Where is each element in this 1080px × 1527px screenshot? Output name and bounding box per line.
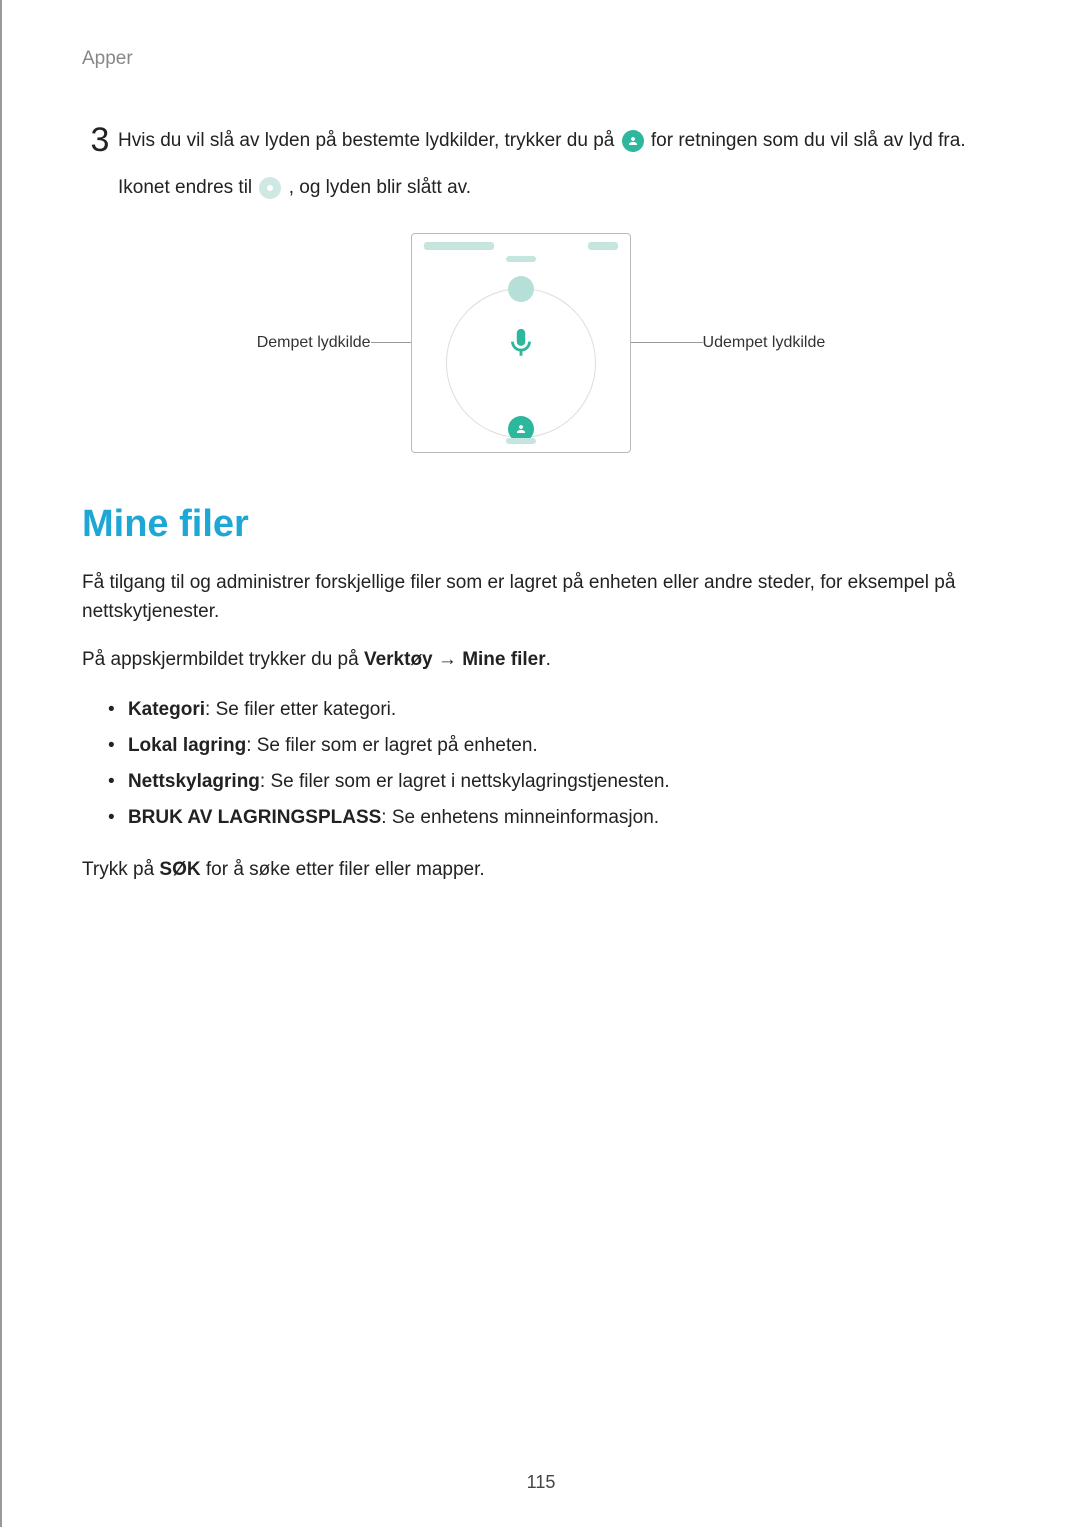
muted-source-dot <box>508 276 534 302</box>
path-arrow: → <box>433 649 463 670</box>
path-tool: Verktøy <box>364 649 433 670</box>
list-item: Kategori: Se filer etter kategori. <box>108 692 1000 728</box>
step-number: 3 <box>82 122 118 159</box>
screenshot-sub-blur <box>506 256 536 262</box>
section-header: Apper <box>82 48 1000 70</box>
microphone-icon <box>504 326 538 360</box>
figure-row: Dempet lydkilde Udempet lydkilde <box>82 233 1000 453</box>
figure-right-label: Udempet lydkilde <box>703 334 826 352</box>
screenshot-more-blur <box>588 242 618 250</box>
bullet-list: Kategori: Se filer etter kategori. Lokal… <box>108 692 1000 836</box>
search-post: for å søke etter filer eller mapper. <box>201 859 485 880</box>
mine-filer-title: Mine filer <box>82 503 1000 546</box>
screenshot-bottom-blur <box>506 438 536 444</box>
step-line1-pre: Hvis du vil slå av lyden på bestemte lyd… <box>118 130 620 151</box>
bullet-term: Nettskylagring <box>128 771 260 792</box>
bullet-term: BRUK AV LAGRINGSPLASS <box>128 807 381 828</box>
step-body-line-1: Hvis du vil slå av lyden på bestemte lyd… <box>118 126 1000 155</box>
bullet-desc: : Se filer som er lagret i nettskylagrin… <box>260 771 670 792</box>
step-3-row: 3 Hvis du vil slå av lyden på bestemte l… <box>82 126 1000 159</box>
phone-screenshot <box>411 233 631 453</box>
bullet-desc: : Se filer etter kategori. <box>205 699 396 720</box>
muted-direction-icon <box>259 177 281 199</box>
list-item: BRUK AV LAGRINGSPLASS: Se enhetens minne… <box>108 800 1000 836</box>
path-post: . <box>546 649 551 670</box>
bullet-term: Kategori <box>128 699 205 720</box>
leader-line-left <box>371 342 411 343</box>
search-pre: Trykk på <box>82 859 159 880</box>
step-line2-post: , og lyden blir slått av. <box>289 177 471 198</box>
search-bold: SØK <box>159 859 200 880</box>
bullet-desc: : Se enhetens minneinformasjon. <box>381 807 659 828</box>
path-target: Mine filer <box>462 649 545 670</box>
mine-filer-intro: Få tilgang til og administrer forskjelli… <box>82 568 1000 627</box>
list-item: Lokal lagring: Se filer som er lagret på… <box>108 728 1000 764</box>
person-direction-icon <box>622 130 644 152</box>
leader-line-right <box>631 342 703 343</box>
screenshot-title-blur <box>424 242 494 250</box>
list-item: Nettskylagring: Se filer som er lagret i… <box>108 764 1000 800</box>
mine-filer-path: På appskjermbildet trykker du på Verktøy… <box>82 645 1000 674</box>
page-number: 115 <box>527 1472 556 1493</box>
path-pre: På appskjermbildet trykker du på <box>82 649 364 670</box>
step-line2-pre: Ikonet endres til <box>118 177 257 198</box>
bullet-desc: : Se filer som er lagret på enheten. <box>246 735 538 756</box>
figure-left-label: Dempet lydkilde <box>257 334 371 352</box>
step-body-line-2: Ikonet endres til , og lyden blir slått … <box>118 173 1000 202</box>
search-line: Trykk på SØK for å søke etter filer elle… <box>82 855 1000 884</box>
bullet-term: Lokal lagring <box>128 735 246 756</box>
step-line1-post: for retningen som du vil slå av lyd fra. <box>651 130 966 151</box>
